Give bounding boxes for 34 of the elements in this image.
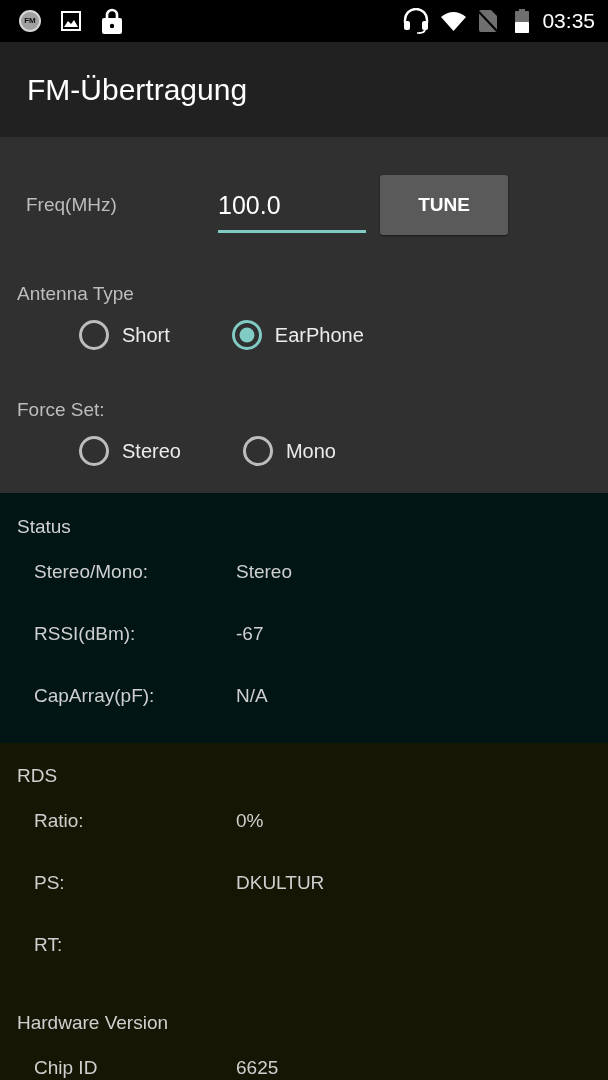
field-value: 0% xyxy=(236,810,264,832)
fm-badge: FM xyxy=(19,10,41,32)
radio-option[interactable]: Short xyxy=(79,320,170,350)
radio-group-label: Antenna Type xyxy=(17,283,135,305)
field-value: N/A xyxy=(236,685,268,707)
field-label: RT: xyxy=(34,934,64,956)
field-value: DKULTUR xyxy=(236,872,325,894)
field-value: Stereo xyxy=(236,561,292,583)
image-icon xyxy=(61,11,81,31)
no-sim-icon xyxy=(479,10,498,32)
radio-option[interactable]: Mono xyxy=(242,436,336,466)
lock-icon xyxy=(102,8,122,34)
status-time: 03:35 xyxy=(542,9,595,33)
battery-icon xyxy=(515,9,530,33)
tune-button[interactable]: TUNE xyxy=(380,175,508,235)
section-title: Hardware Version xyxy=(17,1012,170,1034)
headset-icon xyxy=(403,8,430,34)
wifi-icon xyxy=(441,11,467,31)
radio-group-label: Force Set: xyxy=(17,399,106,421)
field-value: 6625 xyxy=(236,1057,279,1079)
field-label: PS: xyxy=(34,872,66,894)
section-title: RDS xyxy=(17,765,59,787)
field-value: -67 xyxy=(236,623,264,645)
section-title: Status xyxy=(17,516,72,538)
field-label: RSSI(dBm): xyxy=(34,623,137,645)
frequency-label: Freq(MHz) xyxy=(26,194,118,216)
frequency-field[interactable]: 100.0 xyxy=(218,185,366,233)
field-label: Chip ID xyxy=(34,1057,99,1079)
field-label: Stereo/Mono: xyxy=(34,561,150,583)
field-label: CapArray(pF): xyxy=(34,685,156,707)
radio-option[interactable]: EarPhone xyxy=(231,320,364,350)
field-label: Ratio: xyxy=(34,810,85,832)
app-title: FM-Übertragung xyxy=(27,72,248,107)
radio-option[interactable]: Stereo xyxy=(79,436,181,466)
